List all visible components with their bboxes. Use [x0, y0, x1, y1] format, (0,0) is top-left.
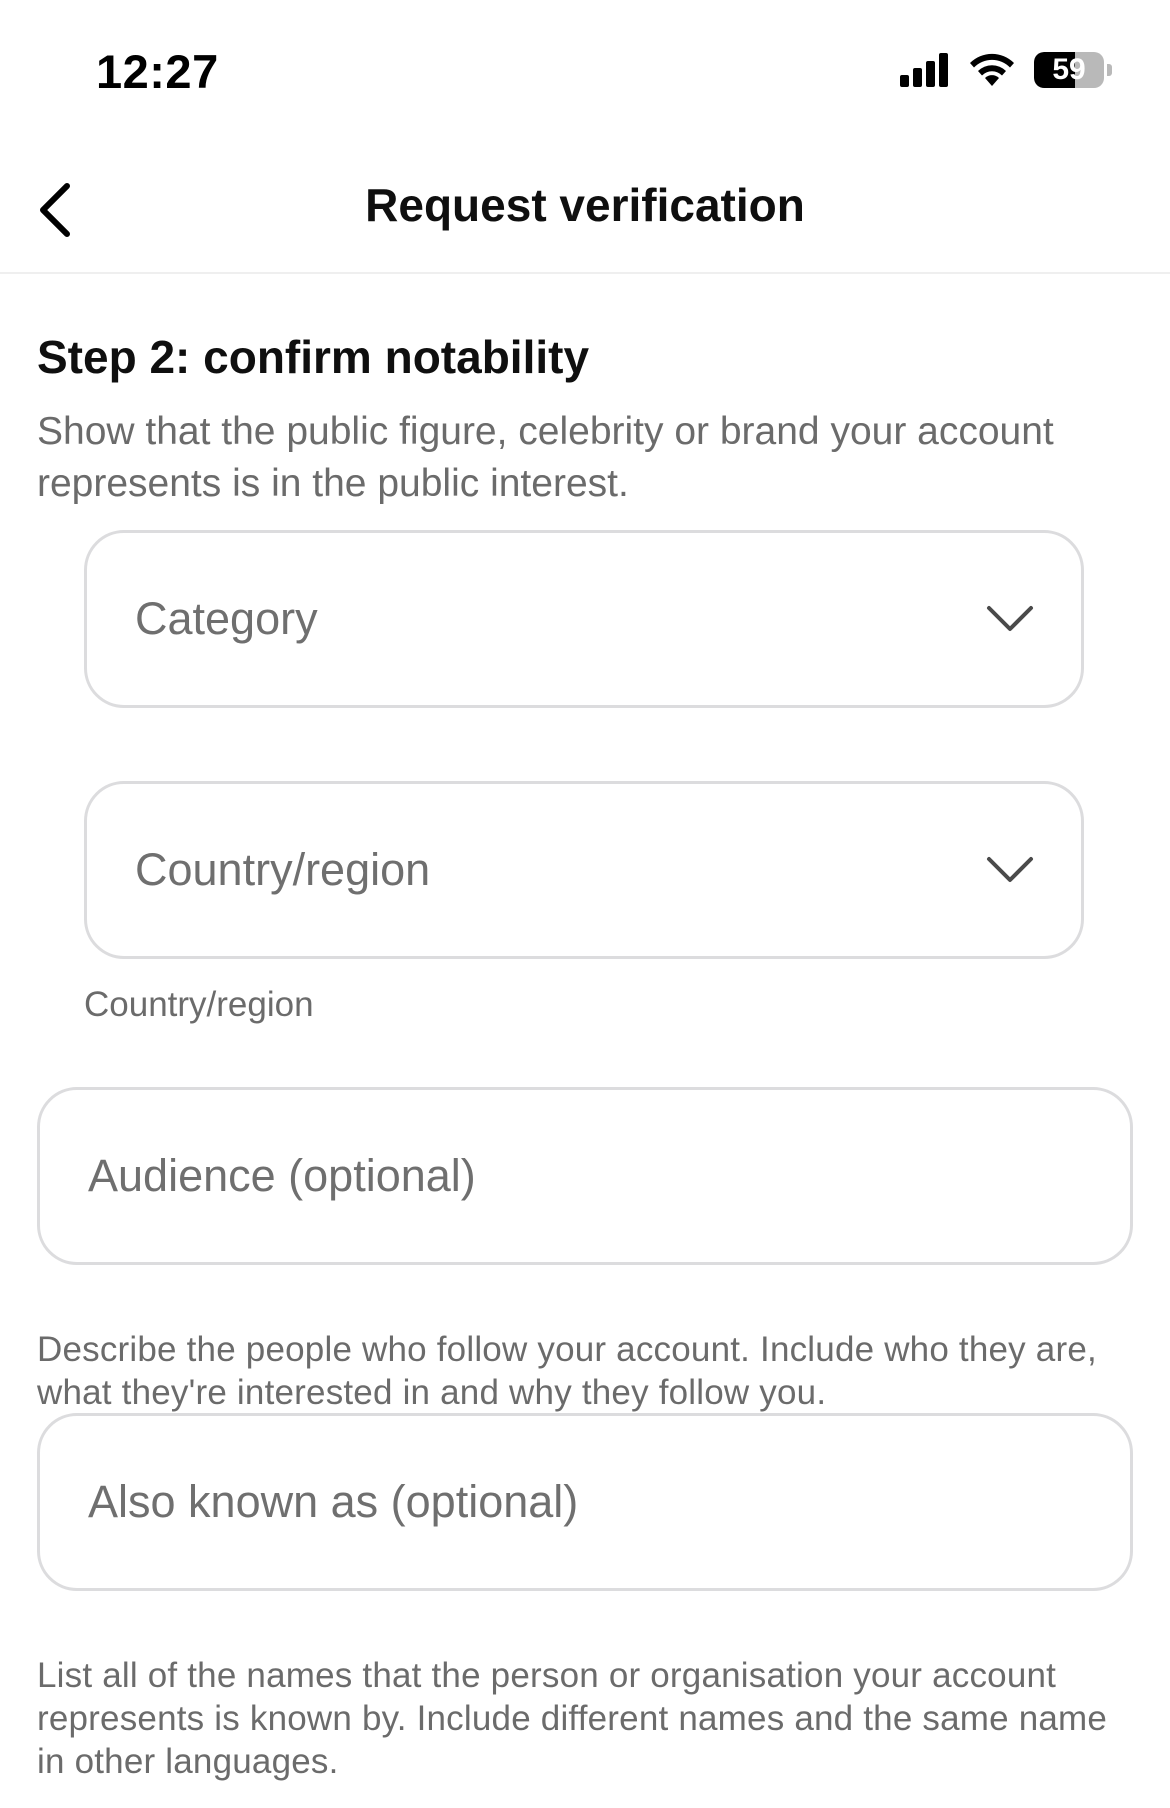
chevron-down-icon [987, 857, 1033, 882]
category-select[interactable]: Category [84, 530, 1084, 708]
step-description: Show that the public figure, celebrity o… [37, 410, 1054, 505]
status-bar: 12:27 59 [0, 0, 1170, 150]
audience-placeholder: Audience (optional) [88, 1150, 476, 1201]
also-known-as-help-text: List all of the names that the person or… [37, 1656, 1108, 1781]
category-label: Category [135, 593, 318, 644]
also-known-as-input[interactable]: Also known as (optional) [37, 1413, 1133, 1591]
audience-help-text: Describe the people who follow your acco… [37, 1330, 1097, 1412]
status-icons: 59 [900, 52, 1112, 88]
battery-level: 59 [1052, 53, 1086, 86]
status-time: 12:27 [96, 45, 219, 98]
also-known-as-placeholder: Also known as (optional) [88, 1476, 579, 1527]
country-region-select[interactable]: Country/region [84, 781, 1084, 959]
page-title: Request verification [365, 179, 805, 231]
battery-nub [1107, 64, 1112, 76]
step-title: Step 2: confirm notability [37, 331, 590, 383]
cellular-signal-icon [900, 53, 948, 87]
nav-header: Request verification [0, 150, 1170, 274]
country-region-caption: Country/region [84, 985, 314, 1024]
country-region-label: Country/region [135, 844, 431, 895]
audience-input[interactable]: Audience (optional) [37, 1087, 1133, 1265]
chevron-down-icon [987, 606, 1033, 631]
wifi-icon [970, 53, 1014, 86]
battery-icon: 59 [1034, 52, 1104, 88]
